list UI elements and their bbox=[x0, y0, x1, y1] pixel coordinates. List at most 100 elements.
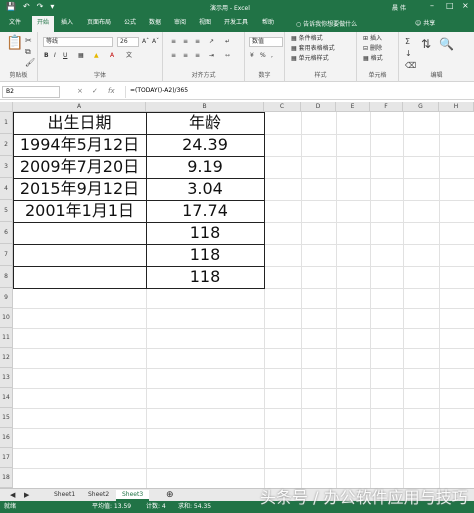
delete-button[interactable]: ⊟ 删除 bbox=[363, 45, 382, 53]
indent-icon[interactable]: ⇥ bbox=[209, 52, 214, 60]
format-table-button[interactable]: ▦ 套用表格格式 bbox=[291, 45, 335, 53]
align-left-icon[interactable]: ≡ bbox=[171, 52, 176, 60]
row-header[interactable]: 5 bbox=[0, 200, 13, 222]
row-header[interactable]: 11 bbox=[0, 328, 13, 348]
row-header[interactable]: 15 bbox=[0, 408, 13, 428]
row-header[interactable]: 1 bbox=[0, 112, 13, 134]
save-icon[interactable]: 💾 bbox=[6, 2, 16, 12]
find-select-icon[interactable]: 🔍 bbox=[439, 38, 454, 50]
tab-formulas[interactable]: 公式 bbox=[124, 18, 136, 27]
column-header[interactable]: F bbox=[370, 102, 403, 112]
formula-input[interactable]: =(TODAY()-A2)/365 bbox=[125, 86, 470, 98]
age-cell[interactable]: 3.04 bbox=[146, 178, 264, 200]
fill-icon[interactable]: ↓ bbox=[405, 49, 412, 58]
row-header[interactable]: 8 bbox=[0, 266, 13, 288]
age-cell[interactable]: 24.39 bbox=[146, 134, 264, 156]
align-bottom-icon[interactable]: ≡ bbox=[195, 38, 200, 46]
header-cell-age[interactable]: 年龄 bbox=[146, 112, 264, 134]
column-header[interactable]: C bbox=[264, 102, 301, 112]
format-button[interactable]: ▦ 格式 bbox=[363, 55, 383, 63]
sheet-tab-sheet1[interactable]: Sheet1 bbox=[48, 490, 81, 501]
copy-icon[interactable]: ⧉ bbox=[25, 47, 31, 56]
select-all-corner[interactable] bbox=[0, 102, 13, 112]
conditional-format-button[interactable]: ▦ 条件格式 bbox=[291, 35, 323, 43]
user-name[interactable]: 晨 伟 bbox=[392, 3, 406, 12]
orientation-icon[interactable]: ↗ bbox=[209, 38, 214, 46]
insert-button[interactable]: ⊞ 插入 bbox=[363, 35, 382, 43]
share-button[interactable]: ☺ 共享 bbox=[415, 18, 435, 27]
font-size-select[interactable]: 26 bbox=[117, 37, 139, 47]
row-header[interactable]: 2 bbox=[0, 134, 13, 156]
redo-icon[interactable]: ↷ bbox=[37, 2, 44, 12]
cancel-icon[interactable]: × bbox=[77, 87, 83, 95]
grow-font-icon[interactable]: Aˆ bbox=[142, 38, 149, 46]
tab-view[interactable]: 视图 bbox=[199, 18, 211, 27]
date-cell[interactable]: 2001年1月1日 bbox=[13, 200, 146, 222]
format-painter-icon[interactable]: 🖌 bbox=[25, 58, 35, 67]
maximize-icon[interactable]: □ bbox=[446, 1, 454, 11]
number-format-select[interactable]: 数值 bbox=[249, 37, 283, 47]
date-cell[interactable]: 2009年7月20日 bbox=[13, 156, 146, 178]
age-cell[interactable]: 9.19 bbox=[146, 156, 264, 178]
fill-color-icon[interactable]: ▲ bbox=[94, 52, 99, 60]
column-header[interactable]: A bbox=[13, 102, 146, 112]
tell-me-search[interactable]: ○ 告诉我你想要做什么 bbox=[296, 19, 357, 28]
font-color-icon[interactable]: A bbox=[110, 52, 114, 60]
column-header[interactable]: G bbox=[403, 102, 439, 112]
cell-styles-button[interactable]: ▦ 单元格样式 bbox=[291, 55, 329, 63]
tab-insert[interactable]: 插入 bbox=[61, 18, 73, 27]
column-header[interactable]: H bbox=[439, 102, 474, 112]
header-cell-birthdate[interactable]: 出生日期 bbox=[13, 112, 146, 134]
add-sheet-icon[interactable]: ⊕ bbox=[160, 490, 180, 501]
shrink-font-icon[interactable]: Aˇ bbox=[152, 38, 159, 46]
enter-icon[interactable]: ✓ bbox=[92, 87, 98, 95]
borders-icon[interactable]: ▦ bbox=[78, 52, 84, 60]
row-header[interactable]: 3 bbox=[0, 156, 13, 178]
tab-data[interactable]: 数据 bbox=[149, 18, 161, 27]
cut-icon[interactable]: ✂ bbox=[25, 36, 32, 45]
row-header[interactable]: 6 bbox=[0, 222, 13, 244]
align-right-icon[interactable]: ≡ bbox=[195, 52, 200, 60]
name-box[interactable]: B2 bbox=[2, 86, 60, 98]
percent-icon[interactable]: % bbox=[260, 52, 266, 60]
tab-developer[interactable]: 开发工具 bbox=[224, 18, 248, 27]
bold-icon[interactable]: B bbox=[44, 52, 49, 60]
close-icon[interactable]: × bbox=[462, 1, 469, 11]
row-header[interactable]: 9 bbox=[0, 288, 13, 308]
row-header[interactable]: 18 bbox=[0, 468, 13, 488]
tab-page-layout[interactable]: 页面布局 bbox=[87, 18, 111, 27]
comma-icon[interactable]: , bbox=[271, 52, 273, 60]
align-center-icon[interactable]: ≡ bbox=[183, 52, 188, 60]
tab-help[interactable]: 帮助 bbox=[262, 18, 274, 27]
age-cell[interactable]: 118 bbox=[146, 244, 264, 266]
row-header[interactable]: 14 bbox=[0, 388, 13, 408]
underline-icon[interactable]: U bbox=[63, 52, 67, 60]
row-header[interactable]: 13 bbox=[0, 368, 13, 388]
column-header[interactable]: E bbox=[336, 102, 370, 112]
customize-toolbar-icon[interactable]: ▾ bbox=[50, 2, 54, 12]
column-header[interactable]: B bbox=[146, 102, 264, 112]
align-top-icon[interactable]: ≡ bbox=[171, 38, 176, 46]
row-header[interactable]: 4 bbox=[0, 178, 13, 200]
wrap-text-icon[interactable]: ↵ bbox=[225, 38, 230, 46]
date-cell[interactable]: 1994年5月12日 bbox=[13, 134, 146, 156]
row-header[interactable]: 7 bbox=[0, 244, 13, 266]
autosum-icon[interactable]: Σ bbox=[405, 37, 410, 46]
undo-icon[interactable]: ↶ bbox=[23, 2, 30, 12]
row-header[interactable]: 12 bbox=[0, 348, 13, 368]
phonetic-icon[interactable]: 文 bbox=[126, 52, 132, 60]
sheet-tab-sheet2[interactable]: Sheet2 bbox=[82, 490, 115, 501]
minimize-icon[interactable]: – bbox=[430, 1, 434, 11]
row-header[interactable]: 17 bbox=[0, 448, 13, 468]
column-header[interactable]: D bbox=[301, 102, 336, 112]
sheet-scroll-right-icon[interactable]: ▶ bbox=[18, 490, 35, 501]
date-cell[interactable]: 2015年9月12日 bbox=[13, 178, 146, 200]
spreadsheet-grid[interactable]: A B C D E F G H 1 2 3 4 5 6 7 8 9 10 11 … bbox=[0, 102, 474, 488]
row-header[interactable]: 10 bbox=[0, 308, 13, 328]
sheet-tab-sheet3[interactable]: Sheet3 bbox=[116, 490, 150, 501]
tab-review[interactable]: 审阅 bbox=[174, 18, 186, 27]
align-middle-icon[interactable]: ≡ bbox=[183, 38, 188, 46]
clear-icon[interactable]: ⌫ bbox=[405, 61, 416, 70]
row-header[interactable]: 16 bbox=[0, 428, 13, 448]
font-name-select[interactable]: 等线 bbox=[43, 37, 113, 47]
